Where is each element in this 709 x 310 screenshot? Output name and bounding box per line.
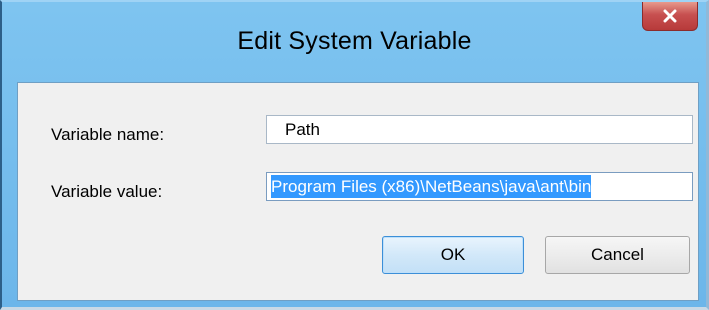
variable-name-label: Variable name:	[51, 125, 165, 144]
variable-value-text: Program Files (x86)\NetBeans\java\ant\bi…	[271, 175, 592, 198]
variable-name-text: Path	[285, 120, 320, 139]
variable-name-field[interactable]: Path	[266, 115, 693, 144]
ok-button[interactable]: OK	[382, 236, 524, 274]
dialog-body: Variable name: Path Variable value: Prog…	[17, 82, 699, 301]
dialog-window: Edit System Variable Variable name: Path…	[0, 0, 709, 310]
close-button[interactable]	[642, 2, 698, 31]
title-bar[interactable]: Edit System Variable	[2, 2, 707, 76]
variable-value-label: Variable value:	[51, 182, 163, 201]
dialog-title: Edit System Variable	[237, 27, 472, 55]
close-icon	[662, 9, 678, 23]
variable-value-field[interactable]: Program Files (x86)\NetBeans\java\ant\bi…	[266, 172, 693, 201]
cancel-button[interactable]: Cancel	[545, 236, 690, 274]
